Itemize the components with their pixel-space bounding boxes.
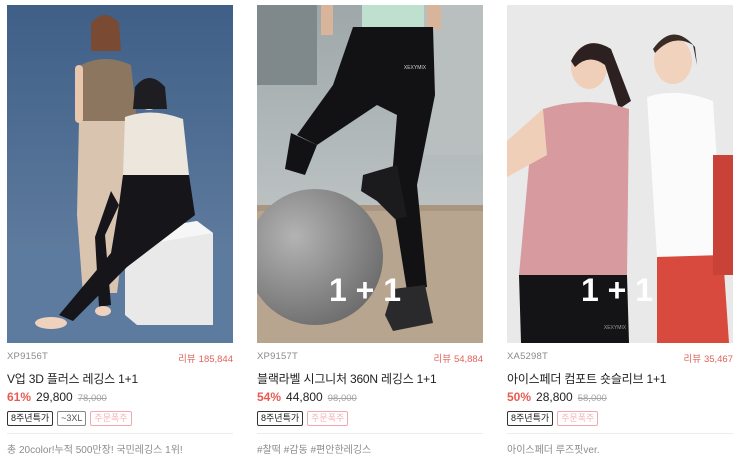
hot-order-badge: 주문폭주: [90, 411, 132, 426]
product-card[interactable]: XP9156T 리뷰 185,844 V업 3D 플러스 레깅스 1+1 61% 2…: [7, 0, 233, 462]
discount-rate: 54%: [257, 390, 282, 404]
two-models-leggings-photo: [7, 5, 233, 343]
review-count: 리뷰 185,844: [178, 351, 233, 365]
product-image[interactable]: [7, 5, 233, 343]
hot-order-badge: 주문폭주: [557, 411, 599, 426]
product-code: XA5298T: [507, 351, 549, 362]
original-price: 78,000: [77, 393, 107, 404]
product-grid: XP9156T 리뷰 185,844 V업 3D 플러스 레깅스 1+1 61% 2…: [0, 0, 743, 462]
review-count: 리뷰 54,884: [433, 351, 483, 365]
anniversary-badge: 8주년특가: [507, 411, 554, 426]
divider: [507, 433, 733, 434]
original-price: 58,000: [577, 393, 607, 404]
price-row: 50% 28,800 58,000: [507, 390, 733, 404]
model-on-exercise-ball-photo: XEXYMIX 1 + 1: [257, 5, 483, 343]
product-card[interactable]: 1 + 1 XEXYMIX XA5298T 리뷰 35,467 아이스페더 컴포트…: [507, 0, 733, 462]
review-label: 리뷰: [433, 354, 451, 365]
sale-price: 28,800: [536, 390, 573, 404]
product-code: XP9157T: [257, 351, 299, 362]
product-name[interactable]: 블랙라벨 시그니처 360N 레깅스 1+1: [257, 370, 483, 387]
price-row: 61% 29,800 78,000: [7, 390, 233, 404]
product-image[interactable]: XEXYMIX 1 + 1: [257, 5, 483, 343]
review-number: 54,884: [453, 354, 483, 365]
product-tagline: 총 20color!누적 500만장! 국민레깅스 1위!: [7, 445, 183, 456]
badge-list: 8주년특가 주문폭주: [507, 411, 599, 426]
product-tagline: 아이스페더 루즈핏ver.: [507, 445, 600, 456]
anniversary-badge: 8주년특가: [257, 411, 304, 426]
divider: [7, 433, 233, 434]
product-code: XP9156T: [7, 351, 49, 362]
hot-order-badge: 주문폭주: [307, 411, 349, 426]
product-name[interactable]: V업 3D 플러스 레깅스 1+1: [7, 370, 233, 387]
discount-rate: 61%: [7, 390, 32, 404]
review-label: 리뷰: [178, 354, 196, 365]
size-badge: ~3XL: [57, 411, 87, 426]
product-card[interactable]: XEXYMIX 1 + 1 XP9157T 리뷰 54,884 블랙라벨 시그니처…: [257, 0, 483, 462]
one-plus-one-overlay: 1 + 1: [329, 272, 401, 308]
review-label: 리뷰: [683, 354, 701, 365]
two-models-tshirt-photo: 1 + 1 XEXYMIX: [507, 5, 733, 343]
review-number: 185,844: [198, 354, 233, 365]
original-price: 98,000: [327, 393, 357, 404]
badge-list: 8주년특가 ~3XL 주문폭주: [7, 411, 132, 426]
svg-text:XEXYMIX: XEXYMIX: [404, 65, 427, 71]
anniversary-badge: 8주년특가: [7, 411, 54, 426]
product-name[interactable]: 아이스페더 컴포트 숏슬리브 1+1: [507, 370, 733, 387]
discount-rate: 50%: [507, 390, 532, 404]
product-tagline: #찰떡 #감동 #편안한레깅스: [257, 445, 372, 456]
sale-price: 29,800: [36, 390, 73, 404]
badge-list: 8주년특가 주문폭주: [257, 411, 349, 426]
review-count: 리뷰 35,467: [683, 351, 733, 365]
product-image[interactable]: 1 + 1 XEXYMIX: [507, 5, 733, 343]
price-row: 54% 44,800 98,000: [257, 390, 483, 404]
review-number: 35,467: [703, 354, 733, 365]
divider: [257, 433, 483, 434]
sale-price: 44,800: [286, 390, 323, 404]
one-plus-one-overlay: 1 + 1: [581, 272, 653, 308]
svg-text:XEXYMIX: XEXYMIX: [604, 325, 627, 331]
